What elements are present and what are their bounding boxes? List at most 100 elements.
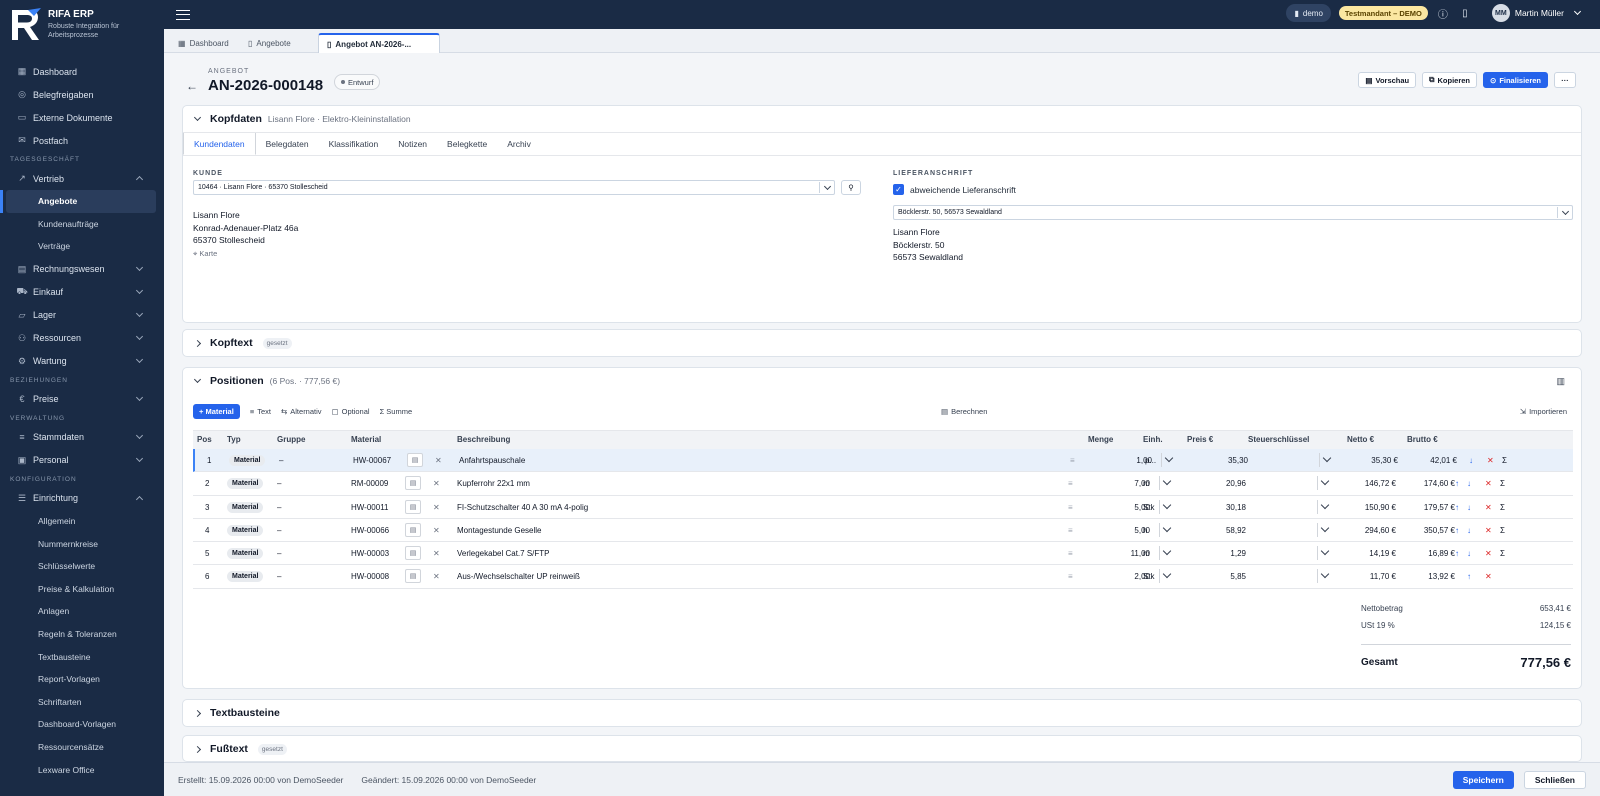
nav-wartung[interactable]: ⚙ Wartung	[0, 350, 164, 373]
clear-icon[interactable]: ✕	[433, 526, 440, 535]
lieferanschrift-select[interactable]: Böcklerstr. 50, 56573 Sewaldland	[893, 205, 1573, 220]
move-down-icon[interactable]: ↓	[1467, 549, 1471, 558]
cell-material[interactable]: HW-00003	[351, 549, 389, 558]
tab-dashboard[interactable]: ▦ Dashboard	[170, 33, 237, 53]
cell-beschreibung[interactable]: Montagestunde Geselle	[457, 526, 542, 535]
nav-report-vorlagen[interactable]: Report-Vorlagen	[0, 668, 164, 691]
tab-belegdaten[interactable]: Belegdaten	[256, 133, 319, 155]
nav-dashboard[interactable]: ▦ Dashboard	[0, 60, 164, 83]
nav-stammdaten[interactable]: ≡ Stammdaten	[0, 426, 164, 449]
cell-preis[interactable]: 1,29	[1230, 549, 1246, 558]
description-icon[interactable]: ≡	[1068, 479, 1073, 488]
nav-vertrieb[interactable]: ↗ Vertrieb	[0, 167, 164, 190]
unit-dropdown-icon[interactable]	[1159, 499, 1173, 514]
berechnen-button[interactable]: ▤ Berechnen	[941, 407, 987, 416]
nav-angebote[interactable]: Angebote	[0, 190, 156, 213]
move-up-icon[interactable]: ↑	[1455, 549, 1459, 558]
tab-kundendaten[interactable]: Kundendaten	[183, 133, 256, 155]
delete-icon[interactable]: ✕	[1485, 526, 1492, 535]
description-icon[interactable]: ≡	[1068, 526, 1073, 535]
nav-belegfreigaben[interactable]: ◎ Belegfreigaben	[0, 83, 164, 106]
add-optional-button[interactable]: ▢ Optional	[332, 407, 370, 416]
nav-lager[interactable]: ▱ Lager	[0, 304, 164, 327]
menu-icon[interactable]	[176, 9, 190, 20]
copy-button[interactable]: ⧉ Kopieren	[1422, 72, 1478, 88]
clear-icon[interactable]: ✕	[433, 479, 440, 488]
tax-key-dropdown-icon[interactable]	[1317, 522, 1331, 537]
material-lookup-icon[interactable]: ▤	[405, 546, 421, 561]
sum-icon[interactable]: Σ	[1500, 526, 1505, 535]
columns-icon[interactable]: ▥	[1556, 376, 1565, 387]
tab-angebot-detail[interactable]: ▯ Angebot AN-2026-...	[318, 33, 440, 53]
cell-preis[interactable]: 5,85	[1230, 572, 1246, 581]
material-lookup-icon[interactable]: ▤	[405, 499, 421, 514]
kopftext-header[interactable]: Kopftext gesetzt	[183, 330, 1581, 356]
map-link[interactable]: ⌖ Karte	[193, 249, 217, 259]
cell-einheit[interactable]: Stk	[1143, 503, 1155, 512]
add-summe-button[interactable]: Σ Summe	[380, 407, 413, 416]
tab-archiv[interactable]: Archiv	[497, 133, 541, 155]
clear-icon[interactable]: ✕	[435, 456, 442, 465]
tab-klassifikation[interactable]: Klassifikation	[319, 133, 389, 155]
nav-nummernkreise[interactable]: Nummernkreise	[0, 532, 164, 555]
nav-schriftarten[interactable]: Schriftarten	[0, 691, 164, 714]
description-icon[interactable]: ≡	[1068, 503, 1073, 512]
table-row[interactable]: 6 Material – HW-00008 Aus-/Wechselschalter U…	[193, 565, 1573, 589]
cell-preis[interactable]: 30,18	[1226, 503, 1246, 512]
fusstext-header[interactable]: Fußtext gesetzt	[183, 736, 1581, 762]
move-down-icon[interactable]: ↓	[1469, 456, 1473, 465]
cell-material[interactable]: RM-00009	[351, 479, 388, 488]
nav-ressourcensaetze[interactable]: Ressourcensätze	[0, 736, 164, 759]
delete-icon[interactable]: ✕	[1485, 572, 1492, 581]
move-down-icon[interactable]: ↓	[1467, 526, 1471, 535]
material-lookup-icon[interactable]: ▤	[407, 453, 423, 467]
cell-einheit[interactable]: m	[1143, 549, 1150, 558]
move-up-icon[interactable]: ↑	[1467, 572, 1471, 581]
positionen-header[interactable]: Positionen (6 Pos. · 777,56 €) ▥	[183, 368, 1581, 394]
clear-icon[interactable]: ✕	[433, 572, 440, 581]
abweichende-lieferanschrift[interactable]: ✓ abweichende Lieferanschrift	[893, 184, 1016, 195]
tax-key-dropdown-icon[interactable]	[1317, 569, 1331, 584]
cell-preis[interactable]: 20,96	[1226, 479, 1246, 488]
description-icon[interactable]: ≡	[1068, 572, 1073, 581]
material-lookup-icon[interactable]: ▤	[405, 476, 421, 491]
tax-key-dropdown-icon[interactable]	[1317, 476, 1331, 491]
cell-einheit[interactable]: Stk	[1143, 572, 1155, 581]
move-up-icon[interactable]: ↑	[1455, 479, 1459, 488]
description-icon[interactable]: ≡	[1070, 456, 1075, 465]
table-row[interactable]: 2 Material – RM-00009 Kupferrohr 22x1 mm 7,00…	[193, 472, 1573, 496]
cell-material[interactable]: HW-00011	[351, 503, 389, 512]
app-logo[interactable]: RIFA ERP Robuste Integration für Arbeits…	[0, 0, 164, 50]
material-lookup-icon[interactable]: ▤	[405, 522, 421, 537]
delete-icon[interactable]: ✕	[1485, 503, 1492, 512]
tab-angebote[interactable]: ▯ Angebote	[240, 33, 299, 53]
help-icon[interactable]: ⓘ	[1436, 6, 1450, 21]
more-button[interactable]: ···	[1554, 72, 1576, 88]
sum-icon[interactable]: Σ	[1500, 549, 1505, 558]
back-arrow-icon[interactable]: ←	[186, 79, 198, 93]
close-button[interactable]: Schließen	[1523, 771, 1586, 789]
move-up-icon[interactable]: ↑	[1455, 503, 1459, 512]
unit-dropdown-icon[interactable]	[1159, 476, 1173, 491]
add-material-button[interactable]: + Material	[193, 404, 240, 419]
unit-dropdown-icon[interactable]	[1159, 522, 1173, 537]
delete-icon[interactable]: ✕	[1485, 479, 1492, 488]
cell-einheit[interactable]: h	[1143, 526, 1147, 535]
finalize-button[interactable]: ⊙ Finalisieren	[1483, 72, 1548, 88]
nav-einkauf[interactable]: ⛟ Einkauf	[0, 281, 164, 304]
nav-dashboard-vorlagen[interactable]: Dashboard-Vorlagen	[0, 713, 164, 736]
add-contact-button[interactable]: ⚲	[841, 180, 861, 195]
textbausteine-header[interactable]: Textbausteine	[183, 700, 1581, 726]
nav-postfach[interactable]: ✉ Postfach	[0, 129, 164, 152]
nav-preise[interactable]: € Preise	[0, 388, 164, 411]
kunde-select[interactable]: 10464 · Lisann Flore · 65370 Stolleschei…	[193, 180, 835, 195]
cell-beschreibung[interactable]: Anfahrtspauschale	[459, 456, 525, 465]
add-text-button[interactable]: ≡ Text	[250, 407, 271, 416]
tenant-switcher[interactable]: ▮ demo	[1286, 4, 1331, 22]
sum-icon[interactable]: Σ	[1500, 503, 1505, 512]
tab-belegkette[interactable]: Belegkette	[437, 133, 497, 155]
cell-material[interactable]: HW-00008	[351, 572, 389, 581]
sum-icon[interactable]: Σ	[1500, 479, 1505, 488]
clear-icon[interactable]: ✕	[433, 503, 440, 512]
material-lookup-icon[interactable]: ▤	[405, 569, 421, 584]
